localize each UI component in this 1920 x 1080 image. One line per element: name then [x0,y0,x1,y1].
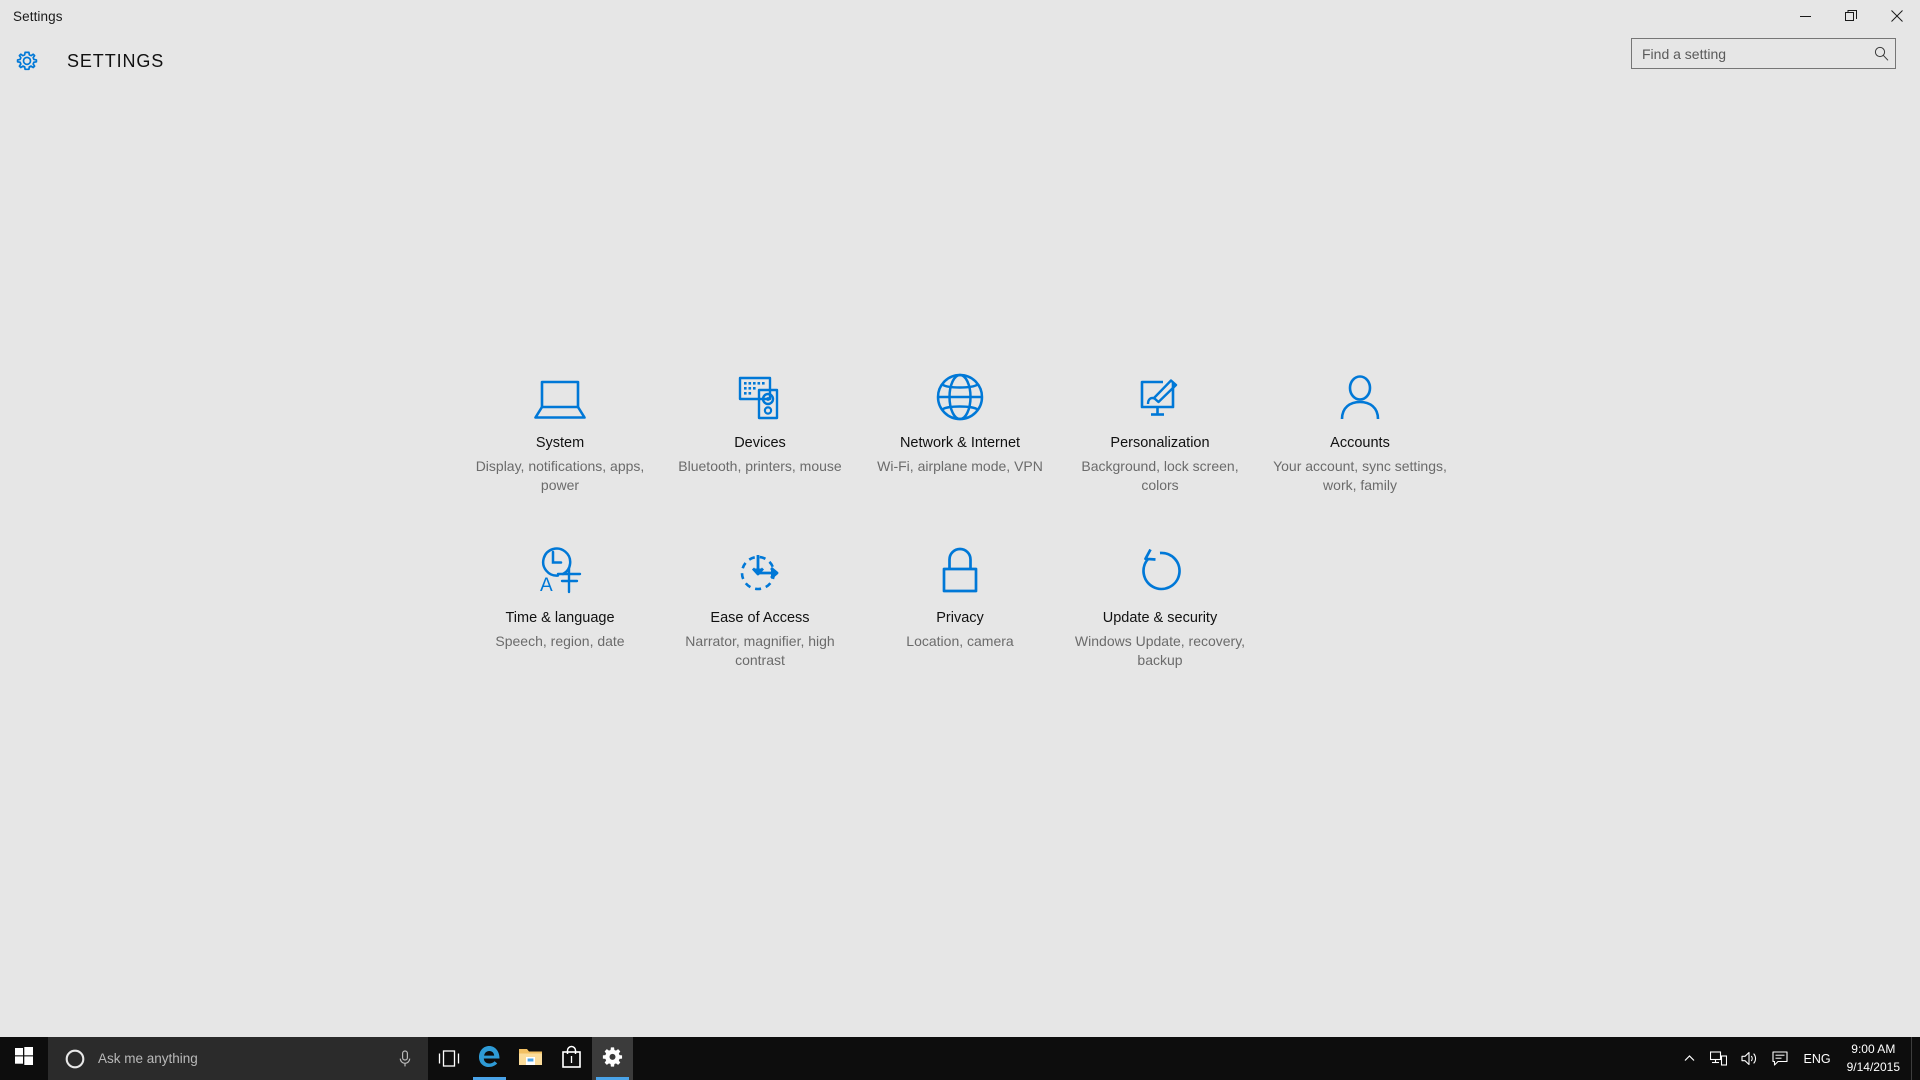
taskbar-button-settings[interactable] [592,1037,633,1080]
globe-icon [935,366,985,422]
settings-grid: System Display, notifications, apps, pow… [460,360,1460,669]
file-explorer-icon [518,1046,543,1072]
lock-icon [939,541,981,597]
taskbar: Ask me anything ENG 9:00 AM 9/14/2015 [0,1037,1920,1080]
window-controls [1782,0,1920,32]
action-center-icon[interactable] [1765,1037,1795,1080]
settings-tile-time-language[interactable]: A Time & language Speech, region, date [460,535,660,670]
system-tray: ENG 9:00 AM 9/14/2015 [1676,1037,1920,1080]
settings-tile-update-security[interactable]: Update & security Windows Update, recove… [1060,535,1260,670]
window-titlebar: Settings [0,0,1920,32]
tile-subtitle: Background, lock screen, colors [1081,458,1239,493]
tile-title: Ease of Access [710,609,810,626]
cortana-circle-icon [65,1049,85,1069]
network-icon[interactable] [1703,1037,1734,1080]
close-button[interactable] [1874,0,1920,32]
refresh-icon [1134,541,1186,597]
tile-subtitle: Bluetooth, printers, mouse [678,458,842,475]
restore-button[interactable] [1828,0,1874,32]
minimize-button[interactable] [1782,0,1828,32]
tile-title: Privacy [936,609,984,626]
search-box[interactable] [1631,38,1896,69]
tile-subtitle: Location, camera [906,633,1014,649]
window-title: Settings [13,8,63,24]
tile-title: System [535,435,585,451]
clock-language-icon: A [533,541,587,597]
clock[interactable]: 9:00 AM 9/14/2015 [1840,1037,1911,1080]
ease-of-access-icon [734,541,786,597]
start-button[interactable] [0,1037,48,1080]
volume-icon[interactable] [1734,1037,1765,1080]
gear-icon [10,44,44,78]
tile-subtitle: Your account, sync settings, work, famil… [1273,458,1447,493]
laptop-icon [533,366,587,422]
settings-tile-ease-of-access[interactable]: Ease of Access Narrator, magnifier, high… [660,535,860,670]
search-icon[interactable] [1867,46,1895,61]
language-indicator[interactable]: ENG [1795,1037,1840,1080]
settings-tile-accounts[interactable]: Accounts Your account, sync settings, wo… [1260,360,1460,495]
tile-title: Personalization [1110,435,1210,451]
paintbrush-monitor-icon [1133,366,1187,422]
windows-logo-icon [15,1047,33,1070]
page-title: SETTINGS [67,50,165,71]
settings-tile-system[interactable]: System Display, notifications, apps, pow… [460,360,660,495]
taskbar-button-edge[interactable] [469,1037,510,1080]
taskbar-button-task-view[interactable] [428,1037,469,1080]
taskbar-button-file-explorer[interactable] [510,1037,551,1080]
settings-tile-network-internet[interactable]: Network & Internet Wi-Fi, airplane mode,… [860,360,1060,495]
tile-title: Network & Internet [899,435,1021,451]
cortana-placeholder: Ask me anything [98,1051,198,1066]
settings-tile-devices[interactable]: Devices Bluetooth, printers, mouse [660,360,860,495]
clock-time: 9:00 AM [1851,1042,1896,1057]
clock-date: 9/14/2015 [1846,1059,1900,1074]
chevron-up-icon[interactable] [1676,1037,1703,1080]
tile-title: Accounts [1330,435,1390,451]
taskbar-button-store[interactable] [551,1037,592,1080]
settings-tile-personalization[interactable]: Personalization Background, lock screen,… [1060,360,1260,495]
settings-tile-privacy[interactable]: Privacy Location, camera [860,535,1060,670]
keyboard-mouse-icon [733,366,787,422]
tile-subtitle: Narrator, magnifier, high contrast [685,633,835,668]
search-input[interactable] [1632,39,1867,68]
edge-icon [477,1044,502,1074]
show-desktop-button[interactable] [1911,1037,1918,1080]
person-icon [1337,366,1383,422]
tile-subtitle: Speech, region, date [495,633,625,649]
tile-subtitle: Display, notifications, apps, power [475,458,645,493]
tile-title: Time & language [505,609,615,626]
tile-title: Update & security [1102,609,1218,626]
tile-subtitle: Windows Update, recovery, backup [1074,633,1246,668]
svg-text:A: A [540,575,553,596]
settings-gear-icon [602,1046,623,1072]
cortana-search-box[interactable]: Ask me anything [48,1037,428,1080]
tile-subtitle: Wi-Fi, airplane mode, VPN [877,458,1043,475]
tile-title: Devices [734,435,786,451]
microphone-icon[interactable] [398,1049,412,1068]
store-icon [561,1045,582,1073]
